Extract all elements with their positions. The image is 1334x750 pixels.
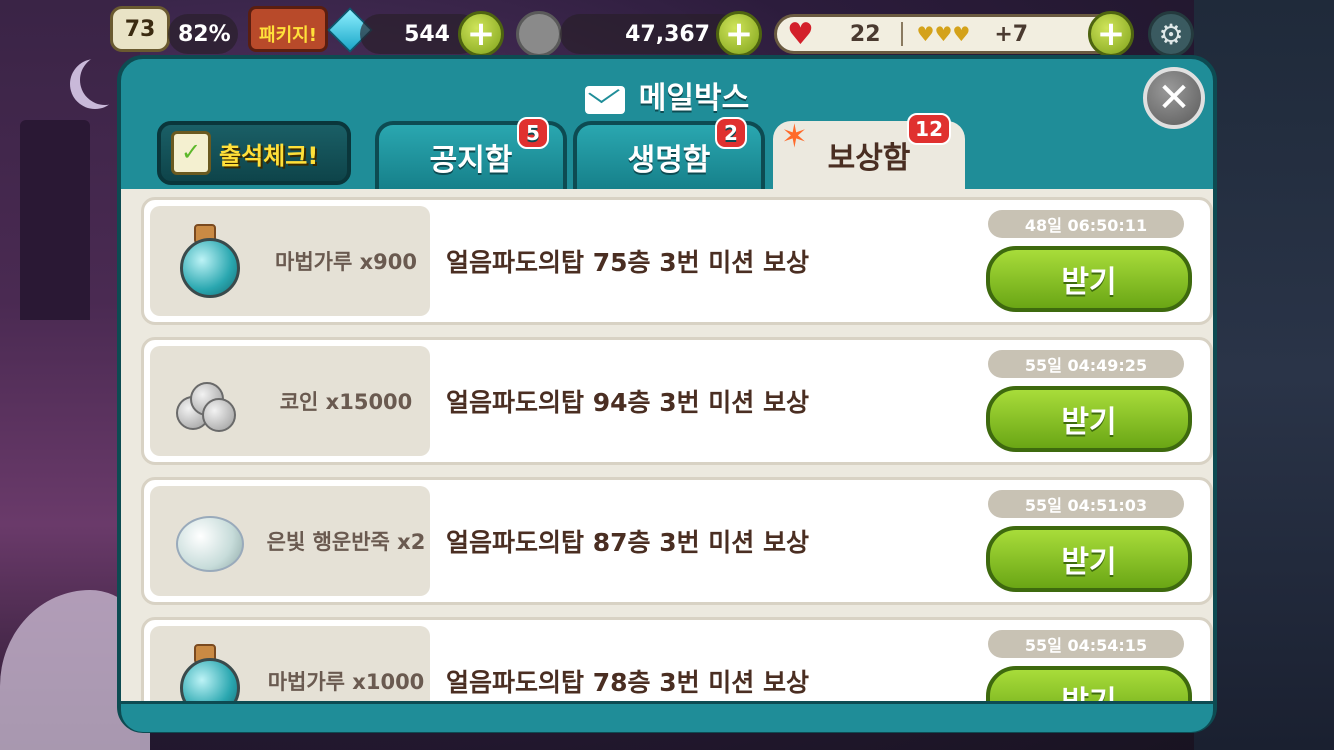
item-reward-label: 코인 x15000 bbox=[279, 390, 413, 414]
hearts-pill: ♥ 22 ♥♥♥ +7 bbox=[774, 14, 1134, 54]
attendance-label: 출석체크! bbox=[219, 141, 319, 170]
add-hearts-button[interactable]: + bbox=[1088, 11, 1134, 57]
castle-tower-decoration bbox=[20, 120, 90, 320]
tab-reward[interactable]: ✶ 보상함 12 bbox=[773, 113, 965, 189]
attendance-check-button[interactable]: ✓ 출석체크! bbox=[157, 121, 351, 185]
heart-icon: ♥ bbox=[787, 16, 814, 52]
list-item: 마법가루 x1000 얼음파도의탑 78층 3번 미션 보상 55일 04:54… bbox=[141, 617, 1213, 701]
add-coins-button[interactable]: + bbox=[716, 11, 762, 57]
gems-value: 544 bbox=[404, 21, 450, 47]
coins-pill: 47,367 bbox=[560, 14, 740, 54]
item-reward-box: 은빛 행운반죽 x2 bbox=[150, 486, 430, 596]
silver-pearl-icon bbox=[174, 504, 246, 576]
tab-life[interactable]: 생명함 2 bbox=[573, 117, 765, 189]
item-description: 얼음파도의탑 75층 3번 미션 보상 bbox=[446, 248, 810, 277]
list-item: 코인 x15000 얼음파도의탑 94층 3번 미션 보상 55일 04:49:… bbox=[141, 337, 1213, 465]
divider bbox=[900, 22, 903, 46]
heart-bonus-value: +7 bbox=[994, 21, 1029, 47]
item-expiry-time: 55일 04:49:25 bbox=[988, 350, 1184, 378]
gear-icon[interactable]: ⚙ bbox=[1148, 11, 1194, 57]
exp-percent: 82% bbox=[178, 21, 231, 47]
item-description: 얼음파도의탑 78층 3번 미션 보상 bbox=[446, 668, 810, 697]
tab-reward-badge: 12 bbox=[907, 113, 951, 145]
hearts-value: 22 bbox=[849, 21, 881, 47]
reward-list[interactable]: 마법가루 x900 얼음파도의탑 75층 3번 미션 보상 48일 06:50:… bbox=[121, 189, 1213, 701]
item-expiry-time: 55일 04:54:15 bbox=[988, 630, 1184, 658]
close-icon: ✕ bbox=[1157, 75, 1191, 121]
panel-title: 메일박스 bbox=[121, 73, 1213, 117]
coin-icon bbox=[516, 11, 562, 57]
add-gems-button[interactable]: + bbox=[458, 11, 504, 57]
item-reward-box: 마법가루 x1000 bbox=[150, 626, 430, 701]
tab-notice-badge: 5 bbox=[517, 117, 549, 149]
receive-button[interactable]: 받기 bbox=[986, 666, 1192, 701]
panel-bottom-band bbox=[121, 701, 1213, 732]
bonus-hearts-icon: ♥♥♥ bbox=[916, 22, 971, 46]
item-description: 얼음파도의탑 87층 3번 미션 보상 bbox=[446, 528, 810, 557]
receive-button[interactable]: 받기 bbox=[986, 246, 1192, 312]
calendar-check-icon: ✓ bbox=[171, 131, 211, 175]
item-expiry-time: 55일 04:51:03 bbox=[988, 490, 1184, 518]
level-value: 73 bbox=[124, 16, 156, 42]
magic-powder-potion-icon bbox=[174, 644, 246, 701]
tab-reward-label: 보상함 bbox=[827, 141, 911, 176]
mail-icon bbox=[584, 85, 625, 114]
list-item: 은빛 행운반죽 x2 얼음파도의탑 87층 3번 미션 보상 55일 04:51… bbox=[141, 477, 1213, 605]
item-reward-box: 마법가루 x900 bbox=[150, 206, 430, 316]
level-badge[interactable]: 73 bbox=[110, 6, 170, 52]
tab-notice-label: 공지함 bbox=[429, 143, 513, 178]
close-button[interactable]: ✕ bbox=[1143, 67, 1205, 129]
item-description: 얼음파도의탑 94층 3번 미션 보상 bbox=[446, 388, 810, 417]
item-reward-label: 마법가루 x1000 bbox=[267, 670, 425, 694]
list-item: 마법가루 x900 얼음파도의탑 75층 3번 미션 보상 48일 06:50:… bbox=[141, 197, 1213, 325]
package-button[interactable]: 패키지! bbox=[248, 6, 328, 52]
magic-powder-potion-icon bbox=[174, 224, 246, 298]
tab-life-label: 생명함 bbox=[627, 143, 711, 178]
mailbox-title: 메일박스 bbox=[638, 81, 750, 116]
silver-coins-icon bbox=[174, 364, 246, 436]
sparkle-icon: ✶ bbox=[781, 117, 808, 155]
item-reward-label: 은빛 행운반죽 x2 bbox=[266, 530, 426, 554]
exp-percent-pill: 82% bbox=[168, 14, 238, 54]
item-reward-label: 마법가루 x900 bbox=[275, 250, 417, 274]
receive-button[interactable]: 받기 bbox=[986, 386, 1192, 452]
item-reward-box: 코인 x15000 bbox=[150, 346, 430, 456]
coins-value: 47,367 bbox=[625, 21, 710, 47]
top-status-bar: 73 82% 패키지! 544 + 47,367 + ♥ 22 ♥♥♥ +7 +… bbox=[0, 0, 1334, 57]
tab-notice[interactable]: 공지함 5 bbox=[375, 117, 567, 189]
receive-button[interactable]: 받기 bbox=[986, 526, 1192, 592]
package-label: 패키지! bbox=[259, 25, 317, 46]
item-expiry-time: 48일 06:50:11 bbox=[988, 210, 1184, 238]
mailbox-panel: 메일박스 ✕ ✓ 출석체크! 공지함 5 생명함 2 ✶ 보상함 12 마법가루… bbox=[117, 55, 1217, 733]
tab-life-badge: 2 bbox=[715, 117, 747, 149]
